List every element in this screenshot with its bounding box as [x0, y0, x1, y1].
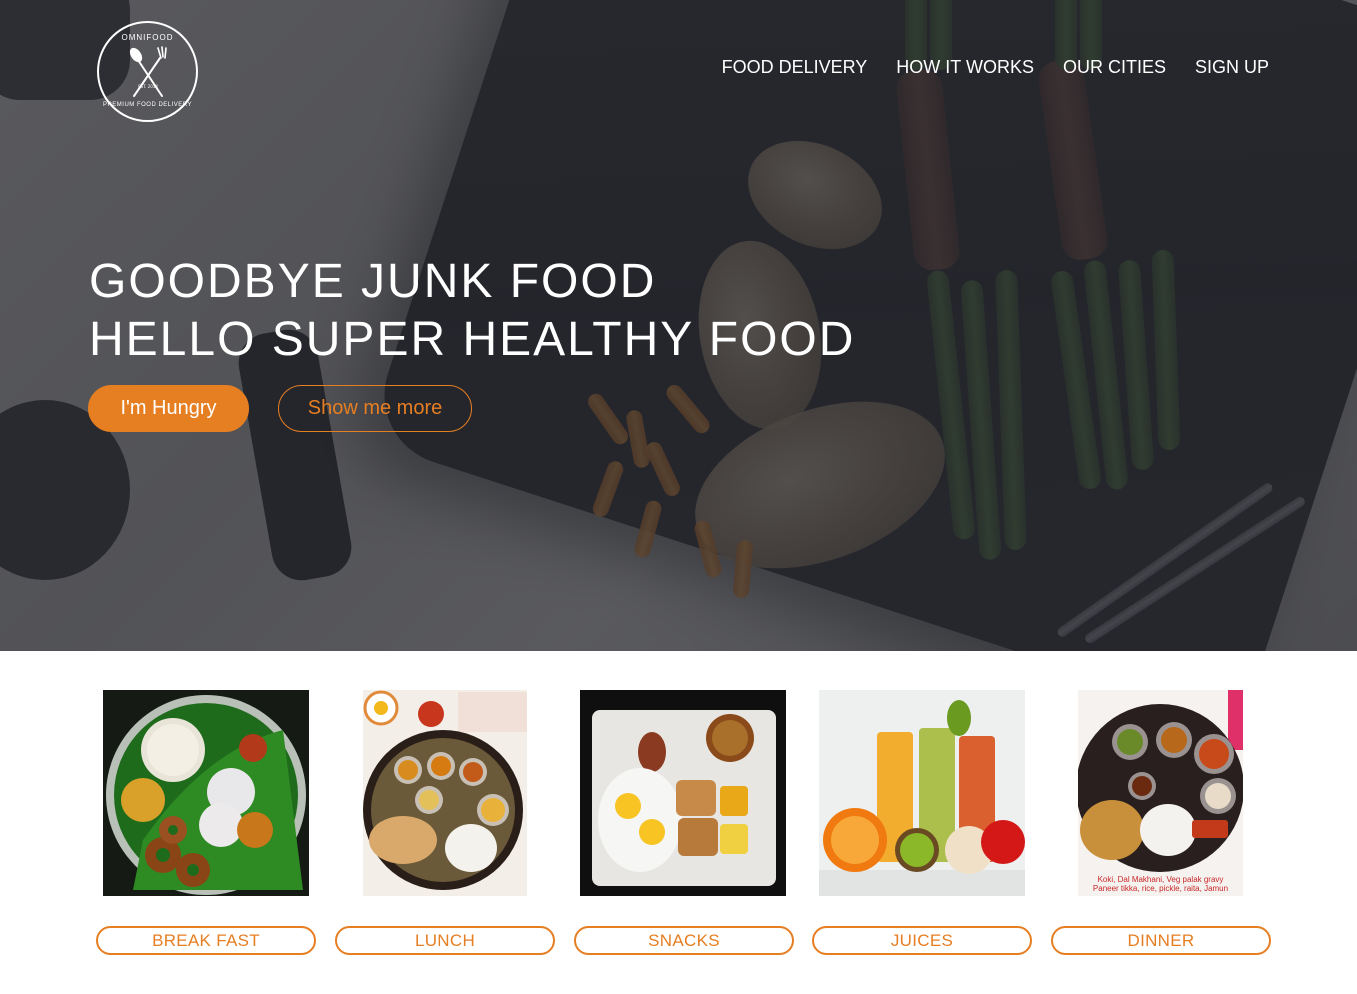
nav-our-cities[interactable]: OUR CITIES [1063, 57, 1166, 78]
meal-juices-button[interactable]: JUICES [812, 926, 1032, 955]
hero-headline-line-1: GOODBYE JUNK FOOD [89, 255, 657, 308]
meal-lunch-button[interactable]: LUNCH [335, 926, 555, 955]
juices-image[interactable] [819, 690, 1025, 896]
logo-est-text: EST. 2014 [138, 84, 158, 89]
nav-how-it-works[interactable]: HOW IT WORKS [896, 57, 1034, 78]
omnifood-logo[interactable]: OMNIFOOD EST. 2014 PREMIUM FOOD DELIVERY [97, 21, 198, 122]
fork-spoon-icon: EST. 2014 [129, 45, 167, 97]
hero-section: OMNIFOOD EST. 2014 PREMIUM FOOD DELIVERY… [0, 0, 1357, 651]
main-nav: FOOD DELIVERY HOW IT WORKS OUR CITIES SI… [722, 57, 1269, 78]
hero-headline-line-2: HELLO SUPER HEALTHY FOOD [89, 313, 856, 366]
dinner-image[interactable]: Koki, Dal Makhani, Veg palak gravy Panee… [1078, 690, 1243, 896]
meals-section: BREAK FAST LUNCH SNACKS JUICES Koki, Dal… [0, 651, 1357, 994]
show-me-more-button[interactable]: Show me more [278, 385, 472, 432]
logo-tagline-text: PREMIUM FOOD DELIVERY [102, 102, 193, 108]
nav-sign-up[interactable]: SIGN UP [1195, 57, 1269, 78]
logo-brand-text: OMNIFOOD [121, 33, 174, 42]
dinner-caption: Koki, Dal Makhani, Veg palak gravy Panee… [1078, 875, 1243, 893]
meal-snacks-button[interactable]: SNACKS [574, 926, 794, 955]
breakfast-image[interactable] [103, 690, 309, 896]
lunch-image[interactable] [363, 690, 527, 896]
im-hungry-button[interactable]: I'm Hungry [88, 385, 249, 432]
meal-breakfast-button[interactable]: BREAK FAST [96, 926, 316, 955]
nav-food-delivery[interactable]: FOOD DELIVERY [722, 57, 868, 78]
snacks-image[interactable] [580, 690, 786, 896]
dinner-caption-line-2: Paneer tikka, rice, pickle, raita, Jamun [1092, 884, 1229, 893]
meal-dinner-button[interactable]: DINNER [1051, 926, 1271, 955]
dinner-caption-line-1: Koki, Dal Makhani, Veg palak gravy [1097, 875, 1224, 884]
hero-headline: GOODBYE JUNK FOOD HELLO SUPER HEALTHY FO… [89, 253, 855, 369]
